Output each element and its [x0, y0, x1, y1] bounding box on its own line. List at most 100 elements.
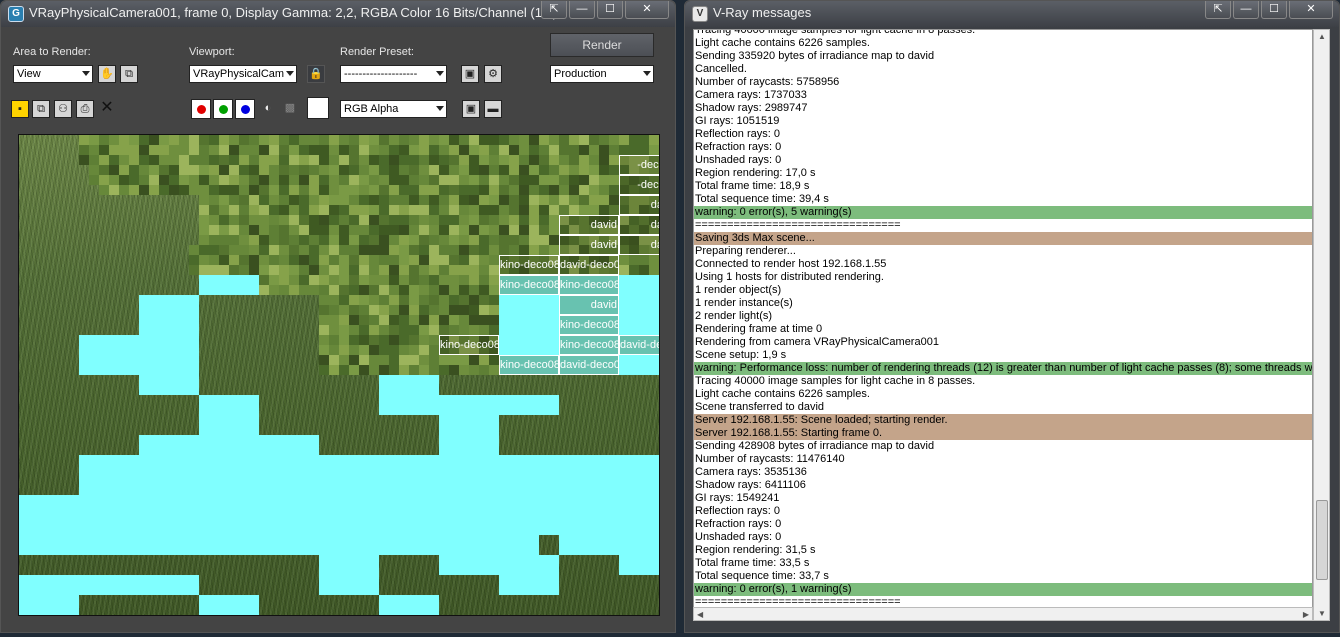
- mosaic-pixel: [119, 185, 129, 195]
- production-select[interactable]: Production: [550, 65, 654, 83]
- mosaic-pixel: [429, 315, 439, 325]
- swatch-button[interactable]: [307, 97, 329, 119]
- show-toolbar-icon[interactable]: ▬: [484, 100, 502, 118]
- maximize-button[interactable]: ☐: [597, 1, 623, 19]
- clone-icon[interactable]: ⧉: [32, 100, 50, 118]
- mosaic-pixel: [199, 195, 209, 205]
- mosaic-pixel: [529, 225, 539, 235]
- mosaic-pixel: [609, 155, 619, 165]
- area-to-render-select[interactable]: View: [13, 65, 93, 83]
- channel-select[interactable]: RGB Alpha: [340, 100, 447, 118]
- mosaic-pixel: [439, 255, 449, 265]
- mosaic-pixel: [469, 265, 479, 275]
- mosaic-pixel: [299, 165, 309, 175]
- mosaic-pixel: [509, 225, 519, 235]
- close-button[interactable]: ✕: [1289, 1, 1333, 19]
- mosaic-pixel: [419, 215, 429, 225]
- scroll-up-icon[interactable]: ▲: [1318, 32, 1326, 41]
- track-mouse-icon[interactable]: ⚇: [54, 100, 72, 118]
- message-line: Number of raycasts: 5758956: [695, 76, 840, 88]
- maximize-button[interactable]: ☐: [1261, 1, 1287, 19]
- mosaic-pixel: [239, 205, 249, 215]
- mosaic-pixel: [469, 305, 479, 315]
- mosaic-pixel: [399, 225, 409, 235]
- message-line: 2 render light(s): [695, 310, 773, 322]
- vertical-scrollbar[interactable]: ▲ ▼: [1313, 29, 1330, 621]
- unrendered-block: [139, 375, 199, 395]
- mosaic-pixel: [379, 145, 389, 155]
- mosaic-pixel: [399, 265, 409, 275]
- mosaic-pixel: [309, 155, 319, 165]
- mosaic-pixel: [489, 145, 499, 155]
- mosaic-pixel: [559, 165, 569, 175]
- mosaic-pixel: [159, 175, 169, 185]
- scroll-right-icon[interactable]: ▶: [1303, 610, 1309, 619]
- scroll-left-icon[interactable]: ◀: [697, 610, 703, 619]
- clear-icon[interactable]: ✕: [98, 100, 116, 118]
- mosaic-pixel: [569, 195, 579, 205]
- mosaic-pixel: [419, 285, 429, 295]
- mosaic-pixel: [599, 205, 609, 215]
- render-button[interactable]: Render: [550, 33, 654, 57]
- zoom-frame-icon[interactable]: ▣: [462, 100, 480, 118]
- minimize-button[interactable]: —: [1233, 1, 1259, 19]
- scroll-thumb[interactable]: [1316, 500, 1328, 580]
- settings-icon[interactable]: ⚙: [484, 65, 502, 83]
- horizontal-scrollbar[interactable]: ◀ ▶: [693, 607, 1313, 621]
- mosaic-pixel: [249, 205, 259, 215]
- messages-titlebar[interactable]: V V-Ray messages ⇱ — ☐ ✕: [685, 1, 1339, 27]
- mosaic-pixel: [159, 185, 169, 195]
- mosaic-pixel: [539, 175, 549, 185]
- mosaic-pixel: [439, 365, 449, 375]
- mosaic-pixel: [509, 135, 519, 145]
- mosaic-pixel: [479, 145, 489, 155]
- mosaic-pixel: [509, 245, 519, 255]
- green-channel-button[interactable]: [213, 99, 233, 119]
- mosaic-pixel: [119, 155, 129, 165]
- restore-button[interactable]: ⇱: [1205, 1, 1231, 19]
- mosaic-pixel: [489, 195, 499, 205]
- scroll-down-icon[interactable]: ▼: [1318, 609, 1326, 618]
- render-setup-icon[interactable]: ▣: [461, 65, 479, 83]
- mosaic-pixel: [339, 135, 349, 145]
- print-icon[interactable]: ⎙: [76, 100, 94, 118]
- mono-mode-icon[interactable]: ▩: [281, 100, 299, 118]
- mosaic-pixel: [289, 225, 299, 235]
- mosaic-pixel: [409, 285, 419, 295]
- mosaic-pixel: [399, 345, 409, 355]
- mosaic-pixel: [589, 175, 599, 185]
- message-log[interactable]: Tracing 40000 image samples for light ca…: [693, 29, 1313, 621]
- message-line: Connected to render host 192.168.1.55: [695, 258, 887, 270]
- render-viewport[interactable]: -deco08-deco08daviddaviddaviddaviddavidk…: [18, 134, 660, 616]
- alpha-channel-icon[interactable]: ◐: [259, 100, 277, 118]
- mosaic-pixel: [319, 135, 329, 145]
- blue-channel-button[interactable]: [235, 99, 255, 119]
- minimize-button[interactable]: —: [569, 1, 595, 19]
- mosaic-pixel: [369, 185, 379, 195]
- mosaic-pixel: [149, 165, 159, 175]
- red-channel-button[interactable]: [191, 99, 211, 119]
- mosaic-pixel: [279, 225, 289, 235]
- lock-icon[interactable]: 🔒: [307, 65, 325, 83]
- mosaic-pixel: [389, 325, 399, 335]
- mosaic-pixel: [529, 195, 539, 205]
- region-render-icon[interactable]: ✋: [98, 65, 116, 83]
- message-line: Sending 335920 bytes of irradiance map t…: [695, 50, 935, 62]
- mosaic-pixel: [149, 185, 159, 195]
- vfb-titlebar[interactable]: G VRayPhysicalCamera001, frame 0, Displa…: [1, 1, 675, 27]
- mosaic-pixel: [429, 325, 439, 335]
- mosaic-pixel: [239, 225, 249, 235]
- close-button[interactable]: ✕: [625, 1, 669, 19]
- render-preset-select[interactable]: --------------------: [340, 65, 447, 83]
- mosaic-pixel: [439, 215, 449, 225]
- viewport-label: Viewport:: [189, 46, 235, 58]
- auto-region-icon[interactable]: ⧉: [120, 65, 138, 83]
- mosaic-pixel: [579, 135, 589, 145]
- mosaic-pixel: [409, 205, 419, 215]
- mosaic-pixel: [459, 255, 469, 265]
- mosaic-pixel: [329, 345, 339, 355]
- save-icon[interactable]: ▪: [11, 100, 29, 118]
- mosaic-pixel: [319, 175, 329, 185]
- restore-button[interactable]: ⇱: [541, 1, 567, 19]
- viewport-select[interactable]: VRayPhysicalCam: [189, 65, 297, 83]
